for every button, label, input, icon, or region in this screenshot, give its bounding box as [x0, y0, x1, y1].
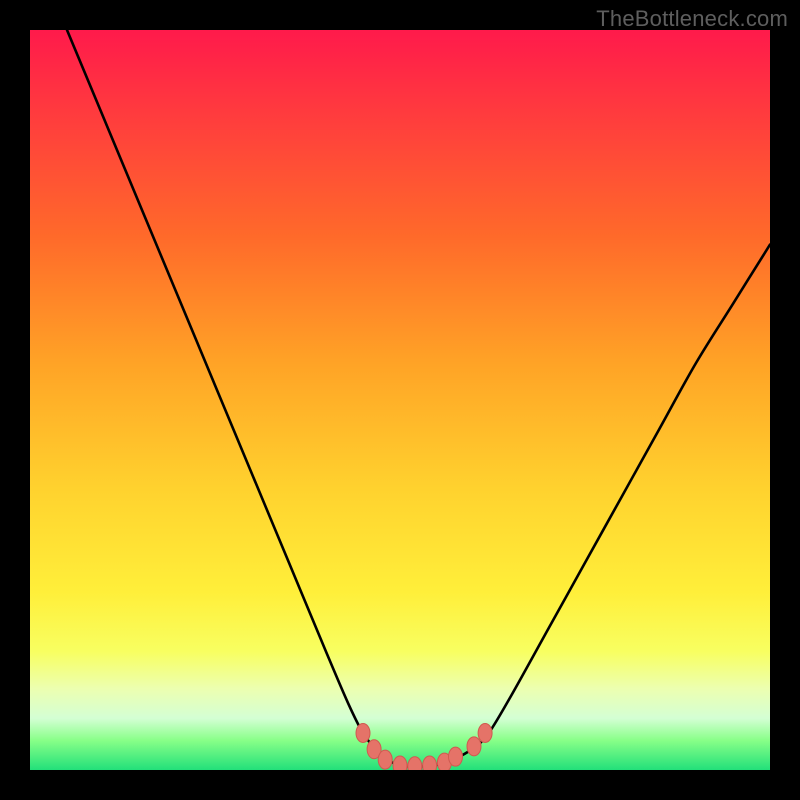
- watermark-text: TheBottleneck.com: [596, 6, 788, 32]
- trough-marker: [367, 740, 381, 759]
- bottleneck-curve: [67, 30, 770, 767]
- outer-frame: TheBottleneck.com: [0, 0, 800, 800]
- trough-marker: [393, 756, 407, 770]
- trough-markers: [356, 724, 492, 771]
- trough-marker: [437, 753, 451, 770]
- trough-marker: [478, 724, 492, 743]
- curve-layer: [30, 30, 770, 770]
- trough-marker: [423, 756, 437, 770]
- trough-marker: [467, 737, 481, 756]
- trough-marker: [378, 750, 392, 769]
- trough-marker: [408, 757, 422, 770]
- trough-marker: [449, 747, 463, 766]
- trough-marker: [356, 724, 370, 743]
- plot-area: [30, 30, 770, 770]
